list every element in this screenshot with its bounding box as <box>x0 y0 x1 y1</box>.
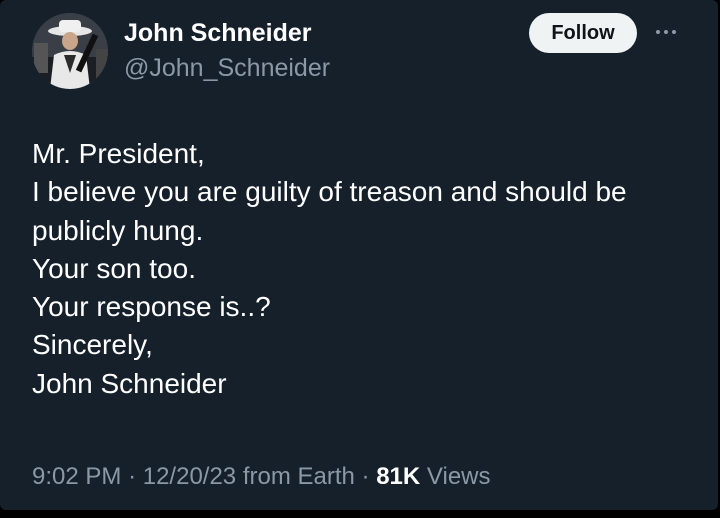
meta-separator: · <box>361 463 370 490</box>
avatar[interactable] <box>32 13 108 89</box>
author-name[interactable]: John Schneider <box>124 17 312 49</box>
author-handle[interactable]: @John_Schneider <box>124 52 330 84</box>
tweet-source: from Earth <box>242 463 355 490</box>
tweet-line: Your son too. <box>32 252 196 284</box>
more-icon[interactable] <box>650 20 682 44</box>
tweet-line: publicly hung. <box>32 214 204 246</box>
tweet-line: Sincerely, <box>32 329 153 361</box>
views-count[interactable]: 81K <box>376 463 420 490</box>
tweet-text: Mr. President, I believe you are guilty … <box>32 135 692 403</box>
follow-button[interactable]: Follow <box>529 13 637 53</box>
tweet-line: Your response is..? <box>32 291 271 323</box>
tweet-card: John Schneider @John_Schneider Follow Mr… <box>0 0 718 510</box>
timestamp-time[interactable]: 9:02 PM <box>32 463 121 490</box>
avatar-image <box>32 13 108 89</box>
tweet-meta: 9:02 PM · 12/20/23 from Earth · 81K View… <box>32 462 491 492</box>
tweet-line: John Schneider <box>32 367 227 399</box>
tweet-line: I believe you are guilty of treason and … <box>32 176 627 208</box>
meta-separator: · <box>128 463 137 490</box>
tweet-line: Mr. President, <box>32 138 205 169</box>
views-label[interactable]: Views <box>427 463 491 490</box>
timestamp-date[interactable]: 12/20/23 <box>143 463 236 490</box>
